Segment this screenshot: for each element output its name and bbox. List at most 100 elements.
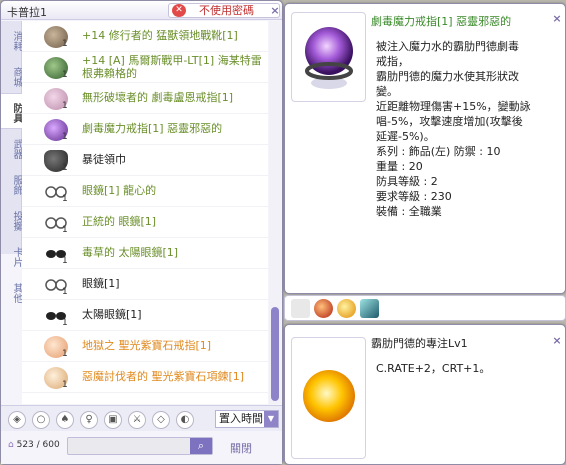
list-item[interactable]: 1 惡魔討伐者的 聖光紫寶石項鍊[1] (22, 362, 268, 393)
item-name: 無形破壞者的 劇毒盧恩戒指[1] (82, 91, 234, 104)
tab-costume[interactable]: 服飾 (1, 165, 22, 201)
list-item[interactable]: 1 暴徒領巾 (22, 145, 268, 176)
garment-filter-icon[interactable]: ◇ (152, 411, 170, 429)
skill-info-title: 霸肋門德的專注Lv1 (371, 337, 468, 350)
shield-filter-icon[interactable]: ◈ (8, 411, 26, 429)
item-name: 正統的 眼鏡[1] (82, 215, 157, 228)
description-line: 防具等級 : 2 (376, 175, 438, 188)
armor-filter-icon[interactable]: ▣ (104, 411, 122, 429)
accessory-filter-icon[interactable]: ♀ (80, 411, 98, 429)
sort-label: 置入時間 (219, 412, 263, 425)
filter-bar: ◈ ○ ♠ ♀ ▣ ⚔ ◇ ◐ 置入時間 ▼ (1, 405, 282, 431)
item-count-value: 523 / 600 (16, 440, 60, 450)
item-quantity: 1 (62, 70, 68, 80)
item-quantity: 1 (62, 132, 68, 142)
item-name: 太陽眼鏡[1] (82, 308, 142, 321)
list-item[interactable]: 1 毒草的 太陽眼鏡[1] (22, 238, 268, 269)
description-line: 要求等級 : 230 (376, 190, 452, 203)
tab-consumable[interactable]: 消耗 (1, 21, 22, 57)
item-name: 毒草的 太陽眼鏡[1] (82, 246, 179, 259)
gear-card-icon[interactable] (291, 299, 310, 318)
item-quantity: 1 (62, 39, 68, 49)
list-item[interactable]: 1 太陽眼鏡[1] (22, 300, 268, 331)
close-button[interactable]: 關閉 (230, 440, 252, 456)
inventory-scrollbar[interactable] (269, 21, 281, 404)
item-quantity: 1 (62, 256, 68, 266)
tab-throwing[interactable]: 投擲 (1, 201, 22, 237)
list-item[interactable]: 1 眼鏡[1] (22, 269, 268, 300)
item-info-window: 劇毒魔力戒指[1] 惡靈邪惡的 × 被注入魔力水的霸肋門德劇毒 戒指， 霸肋門德… (284, 3, 566, 294)
item-quantity: 1 (62, 101, 68, 111)
skill-image-frame (291, 337, 366, 459)
item-info-title: 劇毒魔力戒指[1] 惡靈邪惡的 (371, 15, 512, 28)
item-name: 暴徒領巾 (82, 153, 126, 166)
item-name: +14 修行者的 猛獸領地戰靴[1] (82, 29, 238, 42)
skill-description: C.RATE+2，CRT+1。 (376, 362, 491, 375)
item-description: 被注入魔力水的霸肋門德劇毒 戒指， 霸肋門德的魔力水使其形狀改 變。 近距離物理… (376, 39, 561, 219)
description-line: 戒指， (376, 55, 409, 68)
list-item[interactable]: 1 +14 [A] 馬爾斯戰甲-LT[1] 海某特雷根弗賴格的 (22, 52, 268, 83)
item-quantity: 1 (62, 380, 68, 390)
description-line: 重量 : 20 (376, 160, 423, 173)
item-name: 惡魔討伐者的 聖光紫寶石項鍊[1] (82, 370, 245, 383)
tab-card[interactable]: 卡片 (1, 237, 22, 273)
description-line: 被注入魔力水的霸肋門德劇毒 (376, 40, 519, 53)
item-quantity: 1 (62, 349, 68, 359)
item-image-frame (291, 12, 366, 102)
tab-weapon[interactable]: 武器 (1, 129, 22, 165)
password-button-label: 不使用密碼 (199, 4, 254, 17)
item-quantity: 1 (62, 194, 68, 204)
list-item[interactable]: 1 眼鏡[1] 龍心的 (22, 176, 268, 207)
sort-dropdown[interactable]: 置入時間 ▼ (215, 410, 279, 428)
inventory-header[interactable]: 卡普拉1 ✕ 不使用密碼 × (1, 1, 282, 20)
tab-armor[interactable]: 防具 (1, 93, 22, 129)
crystal-card-icon[interactable] (360, 299, 379, 318)
description-line: 變。 (376, 85, 398, 98)
item-quantity: 1 (62, 318, 68, 328)
item-quantity: 1 (62, 287, 68, 297)
item-name: 地獄之 聖光紫寶石戒指[1] (82, 339, 212, 352)
list-item[interactable]: 1 正統的 眼鏡[1] (22, 207, 268, 238)
yellow-orb-icon (303, 370, 355, 422)
shoes-filter-icon[interactable]: ◐ (176, 411, 194, 429)
item-quantity: 1 (62, 225, 68, 235)
ring-filter-icon[interactable]: ○ (32, 411, 50, 429)
inventory-footer: ⌂ 523 / 600 ⌕ 關閉 (1, 432, 282, 464)
search-icon[interactable]: ⌕ (190, 438, 212, 454)
close-icon[interactable]: × (551, 13, 563, 25)
no-lock-icon: ✕ (172, 4, 186, 17)
description-line: 唱-5%，攻擊速度增加(攻擊後 (376, 115, 523, 128)
yellow-orb-card-icon[interactable] (337, 299, 356, 318)
item-name: 眼鏡[1] (82, 277, 120, 290)
bag-icon: ⌂ (8, 440, 14, 450)
tab-other[interactable]: 其他 (1, 273, 22, 309)
description-line: 系列 : 飾品(左) 防禦 : 10 (376, 145, 501, 158)
item-count: ⌂ 523 / 600 (8, 440, 60, 450)
red-orb-card-icon[interactable] (314, 299, 333, 318)
item-name: 眼鏡[1] 龍心的 (82, 184, 157, 197)
item-quantity: 1 (62, 163, 68, 173)
item-name: +14 [A] 馬爾斯戰甲-LT[1] 海某特雷根弗賴格的 (82, 54, 262, 80)
list-item[interactable]: 1 無形破壞者的 劇毒盧恩戒指[1] (22, 83, 268, 114)
magic-ring-icon (305, 27, 353, 89)
list-item[interactable]: 1 劇毒魔力戒指[1] 惡靈邪惡的 (22, 114, 268, 145)
close-icon[interactable]: × (551, 335, 563, 347)
description-line: 霸肋門德的魔力水使其形狀改 (376, 70, 519, 83)
scrollbar-thumb[interactable] (271, 307, 279, 401)
description-line: 延遲-5%)。 (376, 130, 435, 143)
description-line: 裝備 : 全職業 (376, 205, 442, 218)
no-password-button[interactable]: ✕ 不使用密碼 (168, 3, 280, 18)
list-item[interactable]: 1 +14 修行者的 猛獸領地戰靴[1] (22, 21, 268, 52)
inventory-window: 卡普拉1 ✕ 不使用密碼 × 消耗 商城 防具 武器 服飾 投擲 卡片 其他 1… (0, 0, 283, 465)
weapon-filter-icon[interactable]: ⚔ (128, 411, 146, 429)
card-slot-bar (284, 295, 566, 321)
inventory-tabs: 消耗 商城 防具 武器 服飾 投擲 卡片 其他 (1, 21, 22, 303)
tab-mall[interactable]: 商城 (1, 57, 22, 93)
item-name: 劇毒魔力戒指[1] 惡靈邪惡的 (82, 122, 223, 135)
inventory-item-list: 1 +14 修行者的 猛獸領地戰靴[1] 1 +14 [A] 馬爾斯戰甲-LT[… (22, 21, 268, 404)
chevron-down-icon[interactable]: ▼ (264, 411, 278, 427)
list-item[interactable]: 1 地獄之 聖光紫寶石戒指[1] (22, 331, 268, 362)
close-icon[interactable]: × (269, 5, 281, 17)
search-input[interactable]: ⌕ (67, 437, 213, 455)
helm-filter-icon[interactable]: ♠ (56, 411, 74, 429)
